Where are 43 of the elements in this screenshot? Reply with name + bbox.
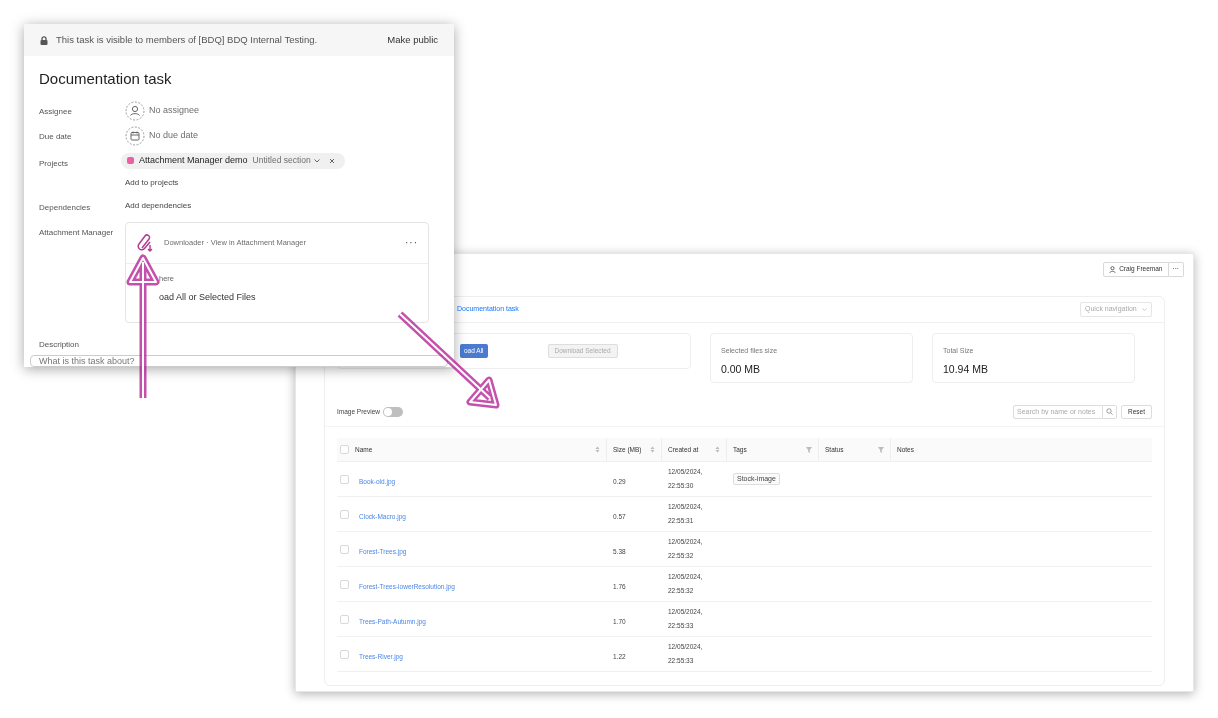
chevron-down-icon	[1142, 308, 1147, 311]
row-checkbox[interactable]	[340, 579, 349, 589]
row-checkbox[interactable]	[340, 614, 349, 624]
field-label: Due date	[39, 130, 73, 143]
filter-icon	[878, 446, 884, 453]
user-icon	[1109, 265, 1117, 273]
add-to-projects-link[interactable]: Add to projects	[125, 176, 179, 189]
description-label: Description	[38, 338, 80, 351]
stat-value: 0.00 MB	[721, 361, 762, 377]
task-title: Documentation task	[38, 69, 173, 89]
field-label: Dependencies	[39, 201, 92, 214]
row-checkbox[interactable]	[340, 649, 349, 659]
field-value: No assignee	[149, 103, 200, 117]
section-name: Untitled section	[252, 154, 311, 167]
field-value: No due date	[149, 128, 199, 142]
row-checkbox[interactable]	[340, 474, 349, 484]
row-checkbox[interactable]	[340, 509, 349, 519]
field-label: Assignee	[39, 105, 73, 118]
project-name: Attachment Manager demo	[139, 153, 248, 167]
lock-icon	[40, 35, 48, 45]
close-icon	[328, 157, 335, 164]
person-icon	[125, 100, 145, 121]
more-button[interactable]: ···	[405, 235, 418, 250]
visibility-notice: This task is visible to members of [BDQ] BDQ Internal Testing.	[56, 32, 319, 47]
field-label: Projects	[39, 157, 69, 170]
search-button[interactable]	[1103, 404, 1117, 419]
select-all-checkbox[interactable]	[340, 445, 349, 454]
stat-value: 10.94 MB	[943, 361, 989, 377]
row-checkbox[interactable]	[340, 544, 349, 554]
attachment-description: oad All or Selected Files	[159, 290, 257, 304]
make-public-button[interactable]: Make public	[387, 32, 438, 48]
chevron-down-icon	[313, 158, 320, 163]
sort-icon	[595, 446, 600, 453]
description-field[interactable]: What is this task about?	[30, 354, 448, 367]
add-dependencies-link[interactable]: Add dependencies	[125, 196, 192, 212]
field-label: Attachment Manager	[39, 226, 115, 239]
calendar-icon	[125, 125, 145, 146]
filter-icon	[806, 446, 812, 453]
image-preview-toggle[interactable]	[383, 406, 403, 417]
sort-icon	[650, 446, 655, 453]
project-chip[interactable]: Attachment Manager demo Untitled section	[121, 152, 345, 169]
sort-icon	[715, 446, 720, 453]
search-icon	[1106, 408, 1113, 415]
